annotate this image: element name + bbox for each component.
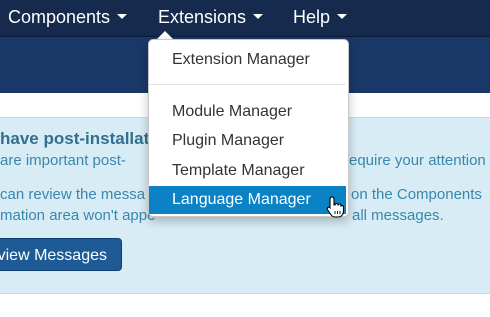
chevron-down-icon bbox=[337, 13, 348, 19]
alert-line-3-right: all messages. bbox=[352, 207, 444, 224]
chevron-down-icon bbox=[117, 13, 128, 19]
alert-line-1-left: are important post- bbox=[0, 152, 126, 169]
nav-components-label: Components bbox=[8, 7, 111, 27]
nav-help-label: Help bbox=[293, 7, 331, 27]
nav-extensions[interactable]: Extensions bbox=[158, 0, 264, 36]
alert-line-2-left: can review the messa bbox=[0, 186, 146, 203]
hand-pointer-icon bbox=[326, 196, 344, 218]
menu-item-template-manager[interactable]: Template Manager bbox=[149, 157, 346, 185]
alert-line-3-left: mation area won't appe bbox=[0, 207, 156, 224]
nav-extensions-label: Extensions bbox=[158, 7, 247, 27]
alert-heading: have post-installat bbox=[0, 129, 150, 148]
menu-item-plugin-manager[interactable]: Plugin Manager bbox=[149, 127, 346, 155]
nav-help[interactable]: Help bbox=[293, 0, 348, 36]
extensions-dropdown-menu: Extension Manager Module Manager Plugin … bbox=[148, 39, 349, 217]
nav-components[interactable]: Components bbox=[8, 0, 128, 36]
dropdown-arrow bbox=[157, 31, 173, 39]
menu-divider bbox=[149, 84, 346, 85]
view-messages-button[interactable]: view Messages bbox=[0, 238, 122, 271]
menu-item-module-manager[interactable]: Module Manager bbox=[149, 98, 346, 126]
alert-line-2-right: on the Components bbox=[351, 186, 482, 203]
chevron-down-icon bbox=[253, 13, 264, 19]
menu-item-language-manager[interactable]: Language Manager bbox=[149, 186, 346, 214]
top-navbar: Components Extensions Help bbox=[0, 0, 490, 37]
alert-line-1-right: equire your attention bbox=[349, 152, 486, 169]
menu-item-extension-manager[interactable]: Extension Manager bbox=[149, 46, 346, 74]
